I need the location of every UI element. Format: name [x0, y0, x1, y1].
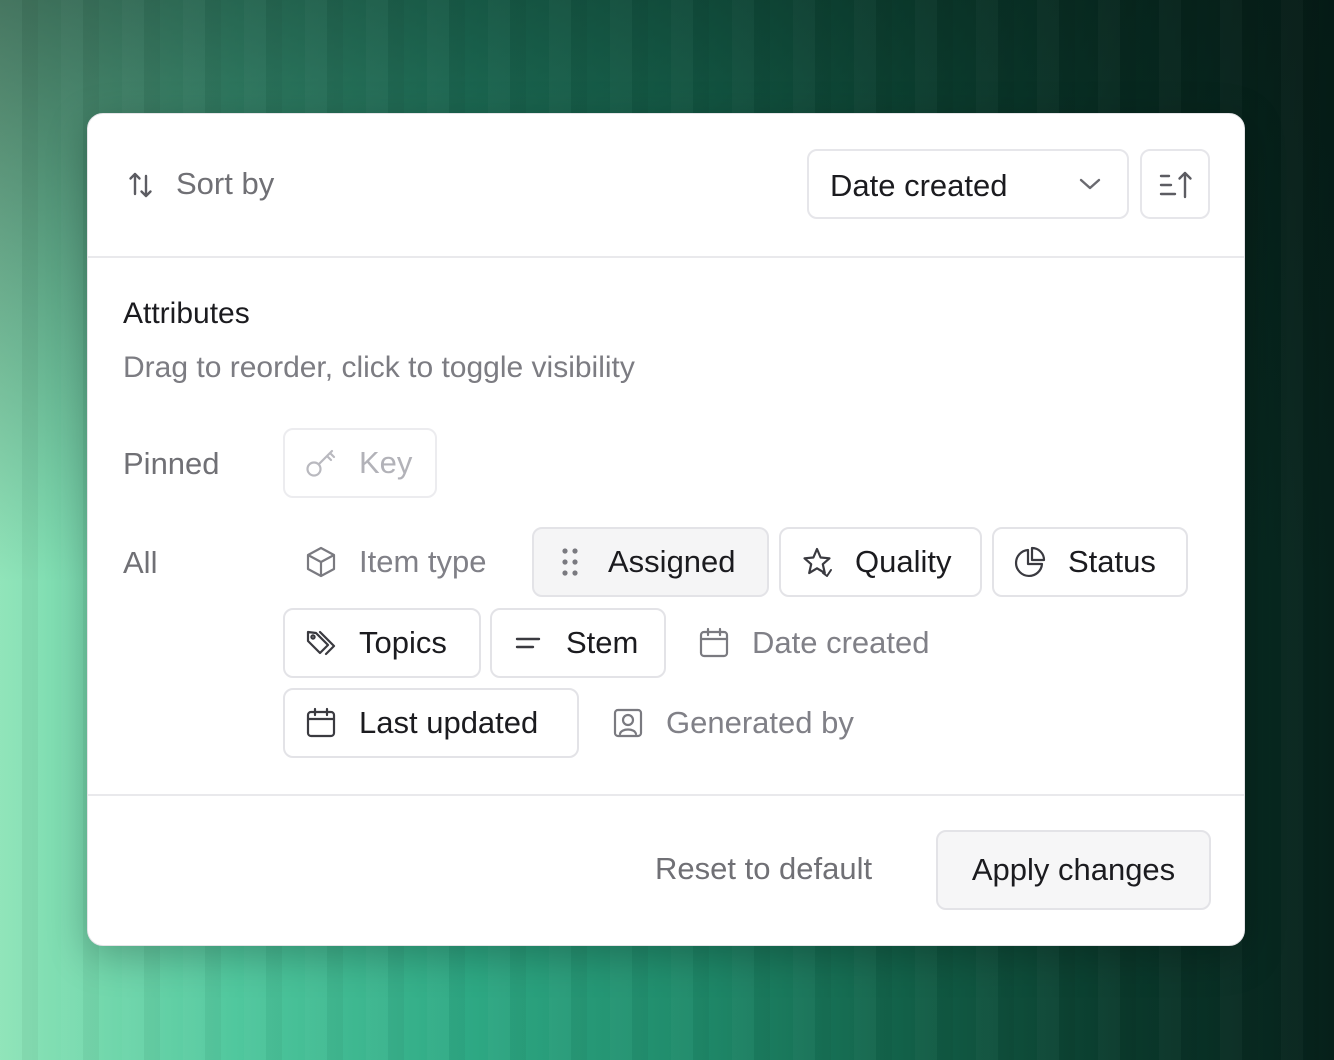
attribute-chip-status[interactable]: Status — [992, 527, 1188, 597]
tags-icon — [305, 627, 337, 659]
user-portrait-icon — [612, 707, 644, 739]
attribute-label: Topics — [359, 625, 447, 660]
attribute-chip-item-type[interactable]: Item type — [283, 527, 515, 597]
star-icon — [801, 546, 833, 578]
attribute-chip-quality[interactable]: Quality — [779, 527, 982, 597]
sort-header: Sort by Date created — [88, 114, 1244, 258]
pinned-label: Pinned — [123, 446, 220, 481]
sort-ascending-icon — [1159, 171, 1192, 199]
attribute-chip-generated-by[interactable]: Generated by — [590, 688, 890, 758]
sort-arrows-icon — [128, 170, 154, 200]
chevron-down-icon — [1079, 177, 1101, 191]
cube-icon — [305, 546, 337, 578]
attribute-label: Last updated — [359, 705, 539, 740]
apply-changes-button[interactable]: Apply changes — [936, 830, 1211, 910]
calendar-icon — [698, 627, 730, 659]
attribute-label: Quality — [855, 544, 952, 579]
attributes-subtitle: Drag to reorder, click to toggle visibil… — [123, 351, 635, 384]
drag-handle-icon — [554, 546, 586, 578]
attribute-label: Assigned — [608, 544, 736, 579]
attribute-chip-last-updated[interactable]: Last updated — [283, 688, 579, 758]
text-lines-icon — [512, 627, 544, 659]
attribute-chip-assigned[interactable]: Assigned — [532, 527, 769, 597]
sort-field-select[interactable]: Date created — [807, 149, 1129, 219]
attribute-chip-stem[interactable]: Stem — [490, 608, 666, 678]
sort-field-value: Date created — [830, 168, 1008, 203]
all-label: All — [123, 545, 158, 580]
sort-direction-button[interactable] — [1140, 149, 1210, 219]
attribute-label: Key — [359, 445, 413, 480]
reset-to-default-link[interactable]: Reset to default — [655, 851, 872, 887]
attribute-chip-date-created[interactable]: Date created — [676, 608, 966, 678]
attribute-label: Generated by — [666, 705, 854, 740]
attribute-label: Status — [1068, 544, 1156, 579]
calendar-icon — [305, 707, 337, 739]
sort-and-attributes-panel: Sort by Date created Attributes Drag to … — [87, 113, 1245, 946]
attribute-chip-topics[interactable]: Topics — [283, 608, 481, 678]
attribute-label: Stem — [566, 625, 639, 660]
attribute-label: Date created — [752, 625, 930, 660]
sort-by-label: Sort by — [176, 166, 275, 201]
panel-footer: Reset to default Apply changes — [88, 794, 1244, 945]
attributes-title: Attributes — [123, 297, 250, 330]
pie-chart-icon — [1014, 546, 1046, 578]
attribute-chip-key[interactable]: Key — [283, 428, 437, 498]
key-icon — [305, 447, 337, 479]
attribute-label: Item type — [359, 544, 487, 579]
